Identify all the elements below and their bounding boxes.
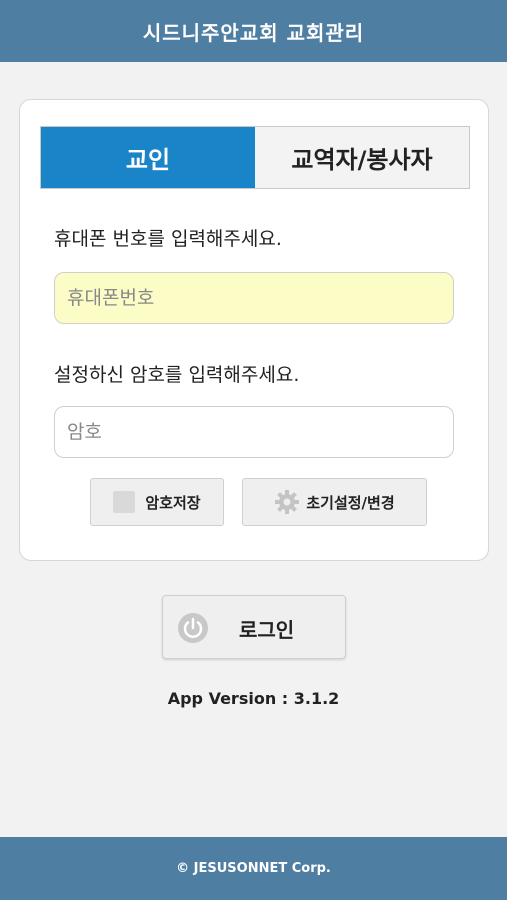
login-label: 로그인 (239, 617, 295, 642)
gear-icon (274, 489, 300, 515)
phone-input[interactable] (54, 272, 454, 324)
login-button[interactable]: 로그인 (162, 595, 346, 659)
checkbox-icon (113, 491, 136, 513)
phone-prompt: 휴대폰 번호를 입력해주세요. (54, 228, 282, 250)
header-title: 시드니주안교회 교회관리 (142, 20, 365, 45)
reset-change-button[interactable]: 초기설정/변경 (242, 478, 427, 526)
member-type-tabs: 교인 교역자/봉사자 (40, 126, 470, 189)
save-password-label: 암호저장 (145, 493, 201, 512)
password-prompt: 설정하신 암호를 입력해주세요. (54, 364, 300, 386)
password-input[interactable] (54, 406, 454, 458)
login-card: 교인 교역자/봉사자 휴대폰 번호를 입력해주세요. 설정하신 암호를 입력해주… (19, 99, 489, 561)
app-version: App Version : 3.1.2 (167, 689, 340, 708)
app-header: 시드니주안교회 교회관리 (0, 0, 507, 62)
tab-staff-volunteer[interactable]: 교역자/봉사자 (255, 127, 469, 188)
reset-change-label: 초기설정/변경 (306, 493, 395, 512)
app-footer: © JESUSONNET Corp. (0, 837, 507, 900)
copyright-text: © JESUSONNET Corp. (176, 861, 331, 876)
save-password-button[interactable]: 암호저장 (90, 478, 224, 526)
power-icon (177, 612, 209, 648)
tab-member[interactable]: 교인 (41, 127, 255, 188)
